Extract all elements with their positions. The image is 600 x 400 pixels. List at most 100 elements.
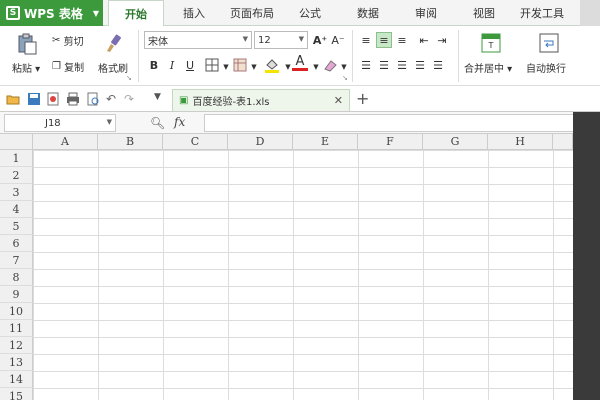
tab-formulas[interactable]: 公式 [282,0,338,26]
spreadsheet-grid[interactable]: A B C D E F G H 1 2 3 4 5 6 7 8 9 10 11 … [0,134,573,400]
merge-cells-icon[interactable]: T [480,32,502,54]
wrap-text-button[interactable]: 自动换行 [526,60,566,75]
clipboard-expand-icon[interactable]: ↘ [126,74,132,82]
align-left-button[interactable]: ☰ [358,57,374,73]
column-header-a[interactable]: A [33,134,98,150]
menu-tabs: 开始 插入 页面布局 公式 数据 审阅 视图 开发工具 [108,0,572,27]
row-header[interactable]: 14 [0,371,33,388]
name-box[interactable]: J18 ▼ [4,114,116,132]
row-header[interactable]: 12 [0,337,33,354]
copy-button[interactable]: ❐ 复制 [52,58,84,74]
cut-button[interactable]: ✂ 剪切 [52,32,84,48]
chevron-down-icon: ▼ [298,35,304,43]
scissors-icon: ✂ [52,34,61,46]
font-size-select[interactable]: 12 ▼ [254,31,308,49]
distribute-button[interactable]: ☰ [430,57,446,73]
font-name-select[interactable]: 宋体 ▼ [144,31,252,49]
export-pdf-icon[interactable] [46,92,60,106]
indent-icon: ⇥ [437,33,447,47]
wps-logo-icon: S [6,6,20,20]
tab-data[interactable]: 数据 [340,0,396,26]
cut-label: 剪切 [63,36,84,48]
window-edge [580,0,600,26]
font-size-value: 12 [258,34,271,46]
row-header[interactable]: 5 [0,218,33,235]
row-header[interactable]: 10 [0,303,33,320]
spreadsheet-file-icon: ▣ [179,95,189,106]
font-name-value: 宋体 [148,36,168,48]
underline-button[interactable]: U [182,57,198,73]
chevron-down-icon[interactable]: ▼ [246,59,262,75]
table-style-icon [233,58,247,72]
tab-insert[interactable]: 插入 [166,0,222,26]
row-header[interactable]: 9 [0,286,33,303]
divider [352,30,353,82]
zoom-search-icon[interactable]: 🔍︎ [150,116,165,130]
paste-label: 粘贴 [12,64,32,75]
row-header[interactable]: 7 [0,252,33,269]
new-tab-icon[interactable]: + [356,89,369,108]
undo-icon[interactable]: ↶ [106,92,120,106]
column-header-e[interactable]: E [293,134,358,150]
tab-review[interactable]: 审阅 [398,0,454,26]
cell-area[interactable] [33,150,573,400]
column-header-c[interactable]: C [163,134,228,150]
brush-icon[interactable] [102,32,124,54]
format-painter-button[interactable]: 格式刷 [98,60,128,75]
increase-indent-button[interactable]: ⇥ [434,32,450,48]
row-header[interactable]: 11 [0,320,33,337]
formula-input[interactable] [204,114,576,132]
tab-developer[interactable]: 开发工具 [514,0,570,26]
font-color-button[interactable]: A [292,54,308,71]
column-header-partial[interactable] [553,134,573,150]
column-header-h[interactable]: H [488,134,553,150]
align-bottom-button[interactable]: ≡ [394,32,410,48]
align-left-icon: ☰ [361,58,371,72]
row-header[interactable]: 6 [0,235,33,252]
paint-bucket-icon [265,59,279,73]
align-middle-button[interactable]: ≡ [376,32,392,48]
paste-icon[interactable] [14,32,40,56]
wrap-text-icon[interactable] [538,32,560,54]
document-tab[interactable]: ▣ 百度经验-表1.xls ✕ [172,89,350,111]
paste-button[interactable]: 粘贴 ▾ [12,60,40,75]
decrease-indent-button[interactable]: ⇤ [416,32,432,48]
chevron-down-icon[interactable]: ▼ [336,59,352,75]
customize-dropdown-icon[interactable]: ▼ [154,92,168,106]
redo-icon[interactable]: ↷ [124,92,138,106]
tab-page-layout[interactable]: 页面布局 [224,0,280,26]
row-header[interactable]: 8 [0,269,33,286]
column-header-d[interactable]: D [228,134,293,150]
font-expand-icon[interactable]: ↘ [342,74,348,82]
tab-view[interactable]: 视图 [456,0,512,26]
shrink-font-button[interactable]: A⁻ [330,32,346,48]
save-icon[interactable] [27,92,41,106]
column-header-f[interactable]: F [358,134,423,150]
row-header[interactable]: 3 [0,184,33,201]
tab-home[interactable]: 开始 [108,0,164,27]
bold-button[interactable]: B [146,57,162,73]
column-header-g[interactable]: G [423,134,488,150]
fill-color-button[interactable] [264,57,280,73]
align-center-button[interactable]: ☰ [376,57,392,73]
grow-font-button[interactable]: A⁺ [312,32,328,48]
print-preview-icon[interactable] [86,92,100,106]
row-header[interactable]: 13 [0,354,33,371]
row-header[interactable]: 4 [0,201,33,218]
align-right-button[interactable]: ☰ [394,57,410,73]
italic-button[interactable]: I [164,57,180,73]
print-icon[interactable] [66,92,80,106]
select-all-corner[interactable] [0,134,33,150]
close-icon[interactable]: ✕ [334,94,343,107]
row-header[interactable]: 15 [0,388,33,400]
row-header[interactable]: 2 [0,167,33,184]
app-menu-button[interactable]: S WPS 表格 ▼ [0,0,103,26]
merge-center-button[interactable]: 合并居中 ▾ [464,60,512,75]
open-folder-icon[interactable] [6,92,20,106]
row-header[interactable]: 1 [0,150,33,167]
justify-button[interactable]: ☰ [412,57,428,73]
align-top-button[interactable]: ≡ [358,32,374,48]
align-right-icon: ☰ [397,58,407,72]
insert-function-button[interactable]: fx [174,115,185,129]
column-header-b[interactable]: B [98,134,163,150]
